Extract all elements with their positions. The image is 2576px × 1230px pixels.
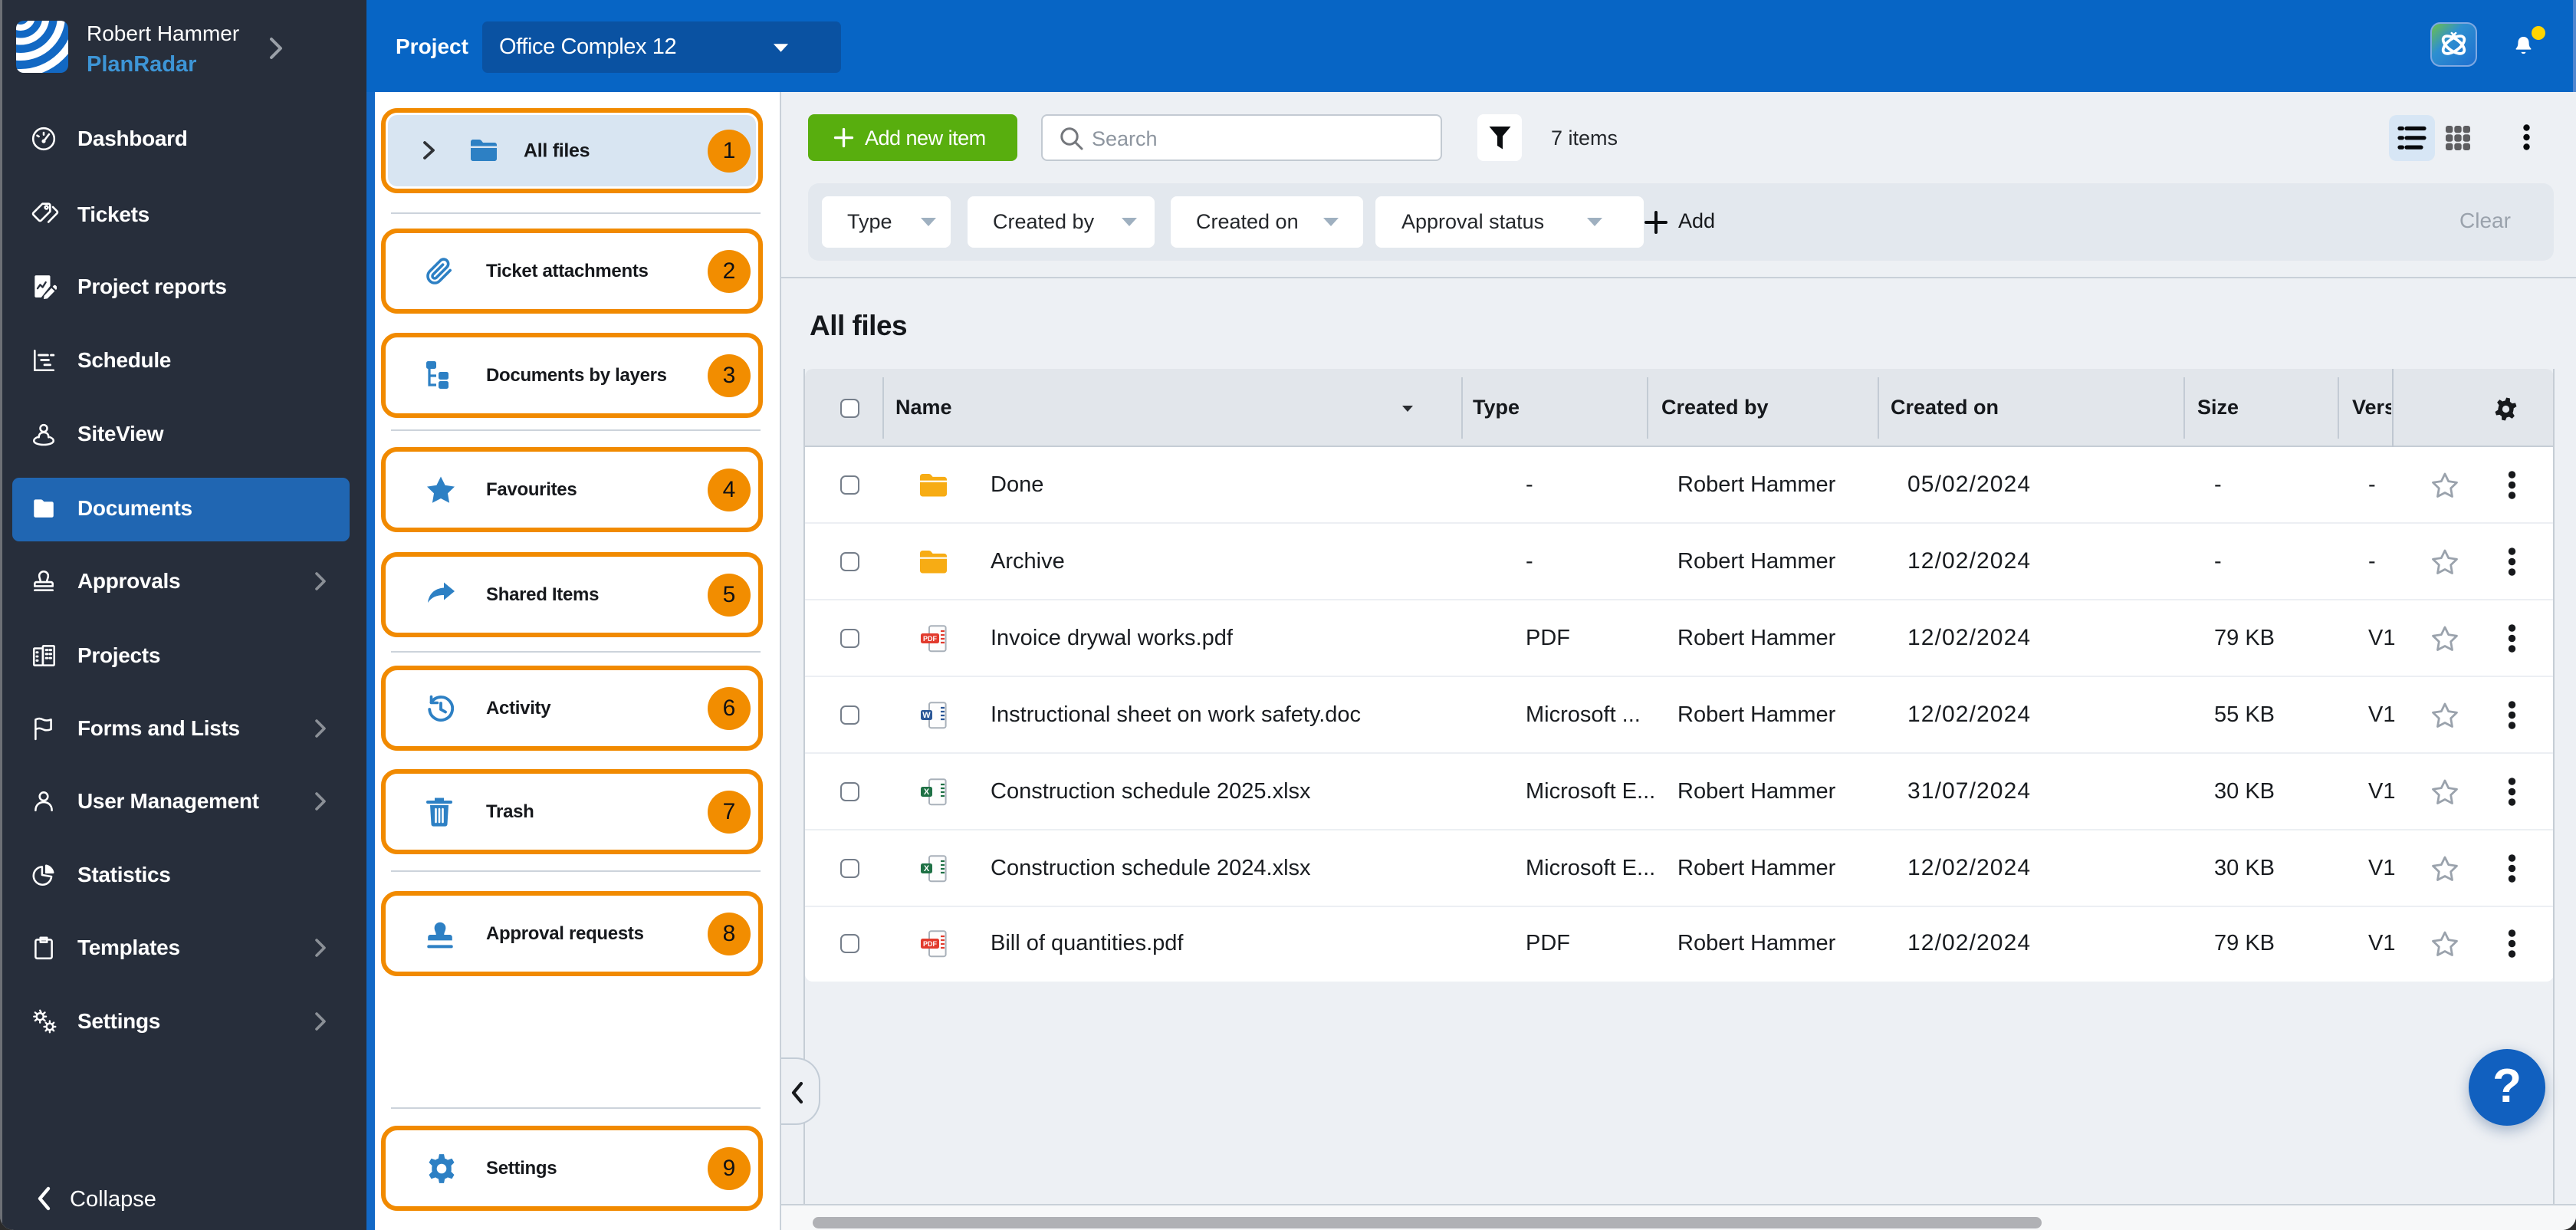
- svg-text:X: X: [924, 864, 930, 873]
- svg-text:X: X: [924, 788, 930, 797]
- svg-text:W: W: [922, 711, 931, 720]
- svg-text:PDF: PDF: [923, 940, 938, 948]
- svg-text:PDF: PDF: [923, 635, 938, 643]
